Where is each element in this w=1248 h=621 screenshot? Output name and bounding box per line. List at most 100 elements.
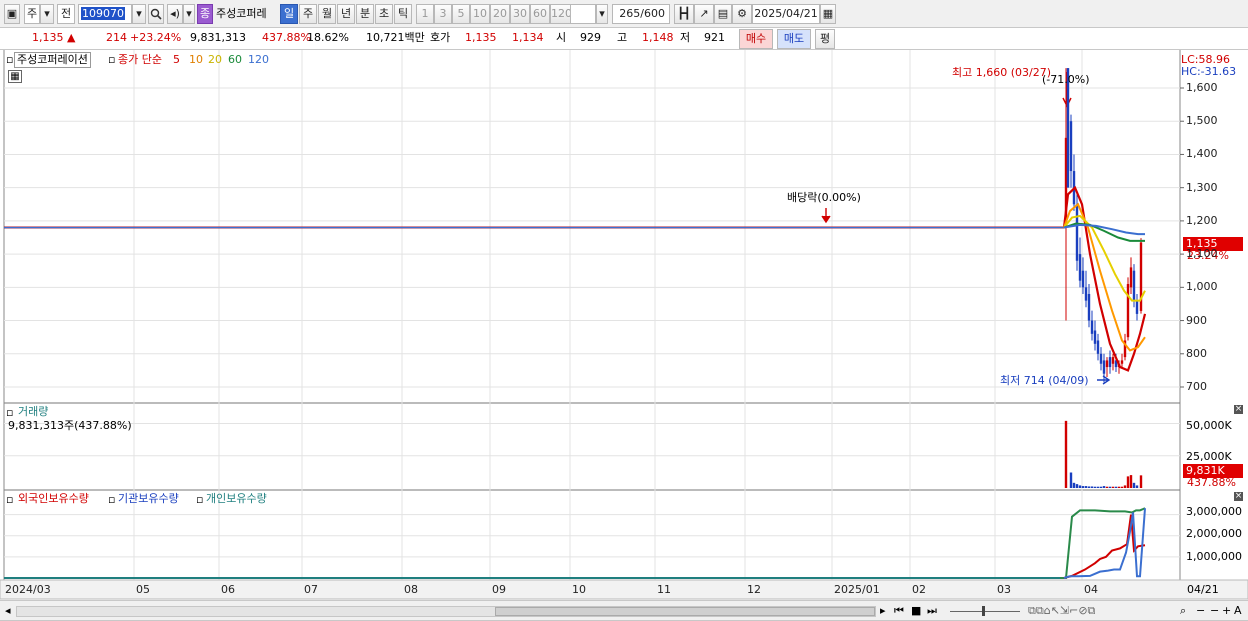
speaker-dropdown-icon[interactable]: ▾: [183, 4, 195, 24]
x-axis-label: 03: [997, 583, 1011, 596]
table-icon[interactable]: ▦: [8, 70, 22, 83]
zoom-in-icon[interactable]: +: [1222, 604, 1231, 618]
buy-button[interactable]: 매수: [739, 29, 773, 49]
holdings-close-icon[interactable]: ×: [1234, 492, 1243, 501]
inst-toggle-icon[interactable]: ▫: [108, 493, 115, 507]
code-input[interactable]: 109070: [78, 4, 132, 24]
candle-body: [1078, 254, 1082, 281]
chart-type-icon[interactable]: ▣: [4, 4, 20, 24]
tool-icon[interactable]: ↗: [694, 4, 714, 24]
period-tab-5[interactable]: 초: [375, 4, 393, 24]
low-value: 921: [704, 31, 725, 44]
gear-icon[interactable]: ⚙: [732, 4, 752, 24]
stock-title[interactable]: 주성코퍼레이션: [14, 52, 91, 68]
price-y-tick: 1,300: [1186, 180, 1218, 194]
ma60-label: 60: [228, 53, 242, 66]
volume-bar: [1096, 486, 1100, 488]
price-y-tick: 800: [1186, 346, 1207, 360]
custom-interval-input[interactable]: [570, 4, 596, 24]
dividend-annotation: 배당락(0.00%): [787, 191, 861, 204]
save-icon[interactable]: ▤: [714, 4, 732, 24]
interval-button-30[interactable]: 30: [510, 4, 530, 24]
market-select[interactable]: 주: [24, 4, 40, 24]
volume-bar: [1090, 486, 1094, 488]
period-tab-3[interactable]: 년: [337, 4, 355, 24]
search-icon[interactable]: [148, 4, 164, 24]
interval-button-120[interactable]: 120: [550, 4, 572, 24]
ma-toggle-icon[interactable]: ▫: [108, 53, 115, 67]
main-toolbar: ▣ 주 ▾ 전 109070 ▾ ◂) ▾ 종 주성코퍼레 일주월년분초틱 13…: [0, 0, 1248, 28]
candle-icon[interactable]: ┣┫: [674, 4, 694, 24]
zoom-slider[interactable]: [950, 611, 1020, 612]
volume-toggle-icon[interactable]: ▫: [6, 406, 13, 420]
period-tab-4[interactable]: 분: [356, 4, 374, 24]
jong-badge: 종: [197, 4, 213, 24]
high-value: 1,148: [642, 31, 674, 44]
font-size-icon[interactable]: A: [1234, 604, 1242, 618]
zoom-reset-icon[interactable]: −: [1210, 604, 1219, 618]
price-y-tick: 1,400: [1186, 147, 1218, 161]
candle-body: [1105, 360, 1109, 368]
stop-icon[interactable]: ■: [911, 604, 921, 618]
volume-bar: [1120, 486, 1124, 488]
price-panel-toggle-icon[interactable]: ▫: [6, 53, 13, 67]
volume-value-text: 9,831,313주(437.88%): [8, 419, 132, 432]
candle-body: [1135, 300, 1139, 314]
price-y-tick: 900: [1186, 313, 1207, 327]
volume-bar: [1135, 485, 1139, 488]
volume-bar: [1081, 486, 1085, 488]
holdings-toggle-icon[interactable]: ▫: [6, 493, 13, 507]
holdings-tick-2m: 2,000,000: [1186, 527, 1242, 540]
interval-button-10[interactable]: 10: [470, 4, 490, 24]
period-tab-2[interactable]: 월: [318, 4, 336, 24]
period-tab-6[interactable]: 틱: [394, 4, 412, 24]
period-tab-1[interactable]: 주: [299, 4, 317, 24]
high-label: 고: [617, 31, 628, 44]
hc-value: HC:-31.63: [1181, 65, 1237, 78]
turnover-percent: 18.62%: [307, 31, 349, 44]
all-toggle[interactable]: 전: [57, 4, 75, 24]
indicator-label[interactable]: 종가 단순: [118, 53, 162, 67]
rewind-icon[interactable]: ⏮: [894, 604, 904, 618]
x-axis-label: 07: [304, 583, 318, 596]
bar-count-field[interactable]: 265/600: [612, 4, 670, 24]
sell-button[interactable]: 매도: [777, 29, 811, 49]
indiv-toggle-icon[interactable]: ▫: [196, 493, 203, 507]
drawing-tools-icons[interactable]: ⧉⧉⌂↖⇲⌐⊘⧉: [1028, 604, 1095, 618]
candle-body: [1087, 293, 1091, 321]
candle-body: [1093, 330, 1097, 344]
calendar-icon[interactable]: ▦: [820, 4, 836, 24]
volume-bar: [1078, 485, 1082, 488]
zoom-out-icon[interactable]: −: [1196, 604, 1205, 618]
volume-close-icon[interactable]: ×: [1234, 405, 1243, 414]
scroll-right-icon[interactable]: ▸: [880, 604, 886, 618]
interval-button-1[interactable]: 1: [416, 4, 434, 24]
scrollbar-thumb[interactable]: [495, 607, 875, 616]
price-y-tick: 1,600: [1186, 81, 1218, 94]
period-tab-0[interactable]: 일: [280, 4, 298, 24]
zoom-slider-handle[interactable]: [982, 606, 985, 616]
chart-area[interactable]: [0, 50, 1248, 621]
interval-button-20[interactable]: 20: [490, 4, 510, 24]
interval-button-5[interactable]: 5: [452, 4, 470, 24]
code-dropdown-icon[interactable]: ▾: [132, 4, 146, 24]
stock-name: 주성코퍼레: [216, 7, 267, 20]
interval-button-60[interactable]: 60: [530, 4, 550, 24]
candle-body: [1102, 360, 1106, 374]
volume-tick-25000k: 25,000K: [1186, 450, 1232, 463]
interval-button-3[interactable]: 3: [434, 4, 452, 24]
volume-bar: [1102, 486, 1106, 488]
eval-button[interactable]: 평: [815, 29, 835, 49]
date-field[interactable]: 2025/04/21: [752, 4, 820, 24]
x-axis-label: 2024/03: [5, 583, 51, 596]
scroll-left-icon[interactable]: ◂: [5, 604, 11, 618]
volume-bar: [1072, 482, 1076, 488]
market-dropdown-icon[interactable]: ▾: [40, 4, 54, 24]
interval-dropdown-icon[interactable]: ▾: [596, 4, 608, 24]
scrollbar-track[interactable]: [16, 606, 876, 617]
volume-bar: [1099, 486, 1103, 488]
price-y-tick: 1,100: [1186, 247, 1218, 261]
speaker-icon[interactable]: ◂): [167, 4, 183, 24]
zoom-search-icon[interactable]: ⌕: [1180, 604, 1186, 618]
forward-icon[interactable]: ⏭: [927, 604, 937, 618]
